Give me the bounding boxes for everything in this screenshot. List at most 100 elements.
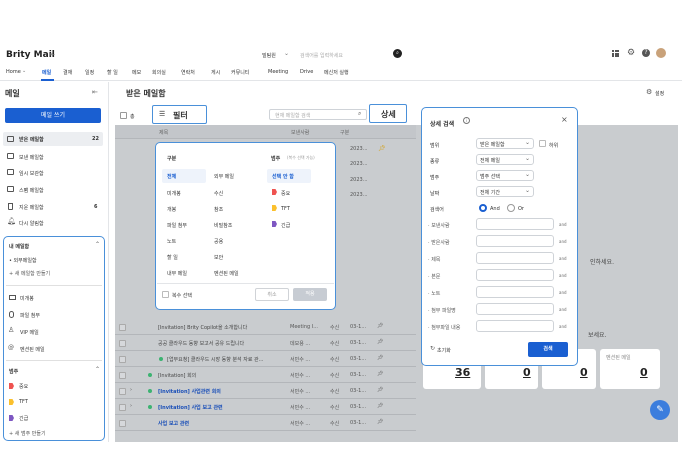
table-row[interactable]: › [Invitation] 사업 보고 관련 서민수 ... 수신 03-1.… <box>115 400 416 415</box>
category-option[interactable]: 긴급 <box>281 222 290 229</box>
filter-option[interactable]: 멘션된 메일 <box>214 270 239 277</box>
from-input[interactable] <box>476 218 554 230</box>
search-input[interactable]: 검색어를 입력하세요 <box>300 52 388 59</box>
category-item[interactable]: 긴급 <box>19 415 28 422</box>
pin-icon[interactable]: 📌︎ <box>377 323 383 329</box>
note-input[interactable] <box>476 286 554 298</box>
row-subject[interactable]: [Invitation] 사업 보고 관련 <box>158 404 223 411</box>
sidebar-item-drafts[interactable] <box>3 166 103 179</box>
filter-mention[interactable]: 멘션된 메일 <box>20 346 45 353</box>
nav-calendar[interactable]: 일정 <box>85 69 94 76</box>
floating-compose-button[interactable]: ✎ <box>650 400 670 420</box>
list-search-input[interactable]: 현재 메일함 검색 ⌕ <box>269 109 367 120</box>
chevron-up-icon[interactable]: ⌃ <box>95 241 100 248</box>
nav-messenger[interactable]: 메신저 실행 <box>324 69 349 76</box>
nav-contacts[interactable]: 연락처 <box>181 69 195 76</box>
category-title[interactable]: 범주 <box>9 368 18 375</box>
help-icon[interactable]: ? <box>642 49 650 57</box>
row-subject[interactable]: [Invitation] 사업관련 회의 <box>158 388 221 395</box>
compose-button[interactable]: 메일 쓰기 <box>5 108 101 123</box>
nav-meeting[interactable]: Meeting <box>268 69 288 75</box>
row-subject[interactable]: 사업 보고 관련 <box>158 420 189 427</box>
subfolder-checkbox[interactable] <box>539 140 546 147</box>
filter-option[interactable]: 노트 <box>167 238 176 245</box>
row-subject[interactable]: [Invitation] Brity Copilot을 소개합니다 <box>158 324 247 331</box>
reset-button[interactable]: 초기화 <box>437 347 451 354</box>
category-item[interactable]: TFT <box>19 399 28 405</box>
nav-board[interactable]: 게시 <box>211 69 220 76</box>
filter-option[interactable]: 내부 메일 <box>167 270 187 277</box>
table-row[interactable]: › [Invitation] 사업관련 회의 서민수 ... 수신 03-1..… <box>115 384 416 399</box>
filter-unread[interactable]: 미개봉 <box>20 295 34 302</box>
pin-icon[interactable]: 📌︎ <box>377 371 383 377</box>
my-mailbox-item[interactable]: • 외부메일함 <box>9 257 37 264</box>
close-icon[interactable]: × <box>561 115 568 124</box>
gear-icon[interactable]: ⚙ <box>646 88 652 96</box>
and-radio[interactable] <box>479 204 487 212</box>
chevron-up-icon[interactable]: ⌃ <box>95 366 100 373</box>
filter-option[interactable]: 공용 <box>214 238 223 245</box>
sidebar-collapse-icon[interactable]: ⇤ <box>92 88 98 96</box>
search-icon[interactable]: ⌕ <box>358 110 361 118</box>
range-select[interactable]: 받은 메일함 <box>476 138 534 149</box>
filter-option[interactable]: 비밀참조 <box>214 222 232 229</box>
nav-todo[interactable]: 할 일 <box>107 69 118 76</box>
type-select[interactable]: 전체 메일 <box>476 154 534 165</box>
row-subject[interactable]: [Invitation] 회의 <box>158 372 196 379</box>
attachment-name-input[interactable] <box>476 303 554 315</box>
filter-option[interactable]: 할 일 <box>167 254 178 261</box>
filter-option[interactable]: 수신 <box>214 190 223 197</box>
filter-option[interactable]: 개봉 <box>167 206 176 213</box>
sidebar-item-sent[interactable] <box>3 150 103 163</box>
my-mailbox-title[interactable]: 내 메일함 <box>9 243 29 250</box>
filter-option[interactable]: 외부 메일 <box>214 173 234 180</box>
pin-icon[interactable]: 📌︎ <box>377 403 383 409</box>
new-category-button[interactable]: + 새 범주 만들기 <box>9 430 46 437</box>
sidebar-item-trash[interactable] <box>3 200 103 213</box>
nav-room[interactable]: 회의실 <box>152 69 166 76</box>
filter-button[interactable]: ☰ 필터 <box>152 105 207 124</box>
filter-option[interactable]: 전체 <box>167 173 176 180</box>
category-option[interactable]: 중요 <box>281 190 290 197</box>
attachment-content-input[interactable] <box>476 320 554 332</box>
refresh-icon[interactable]: ↻ <box>430 345 435 352</box>
body-input[interactable] <box>476 269 554 281</box>
pin-icon[interactable]: 📌︎ <box>378 145 386 152</box>
filter-attachment[interactable]: 파일 첨부 <box>20 312 40 319</box>
table-row[interactable]: 공공 클라우드 동향 보고서 공유 드립니다 데모용 ... 수신 03-1..… <box>115 336 416 351</box>
row-subject[interactable]: 공공 클라우드 동향 보고서 공유 드립니다 <box>158 340 244 347</box>
sidebar-item-spam[interactable] <box>3 183 103 196</box>
search-button[interactable]: ⌕ <box>393 49 402 58</box>
select-all-checkbox[interactable] <box>120 112 127 119</box>
date-select[interactable]: 전체 기간 <box>476 186 534 197</box>
multi-select-checkbox[interactable] <box>162 291 169 298</box>
pin-icon[interactable]: 📌︎ <box>377 419 383 425</box>
table-row[interactable]: [Invitation] 회의 서민수 ... 수신 03-1... 📌︎ <box>115 368 416 383</box>
filter-option[interactable]: 참조 <box>214 206 223 213</box>
row-checkbox[interactable] <box>119 324 126 331</box>
detail-search-submit[interactable]: 검색 <box>528 342 568 357</box>
or-radio[interactable] <box>507 204 515 212</box>
nav-community[interactable]: 커뮤니티 <box>231 69 249 76</box>
row-subject[interactable]: [업무요청] 클라우드 시장 동향 분석 자료 관... <box>167 356 263 363</box>
table-row[interactable]: [Invitation] Brity Copilot을 소개합니다 Meetin… <box>115 320 416 335</box>
filter-vip[interactable]: VIP 메일 <box>20 329 39 336</box>
info-icon[interactable]: i <box>463 117 470 124</box>
subject-input[interactable] <box>476 252 554 264</box>
settings-link[interactable]: 설정 <box>655 90 664 97</box>
filter-option[interactable]: 보안 <box>214 254 223 261</box>
nav-drive[interactable]: Drive <box>300 69 313 75</box>
to-input[interactable] <box>476 235 554 247</box>
avatar[interactable] <box>656 48 666 58</box>
row-checkbox[interactable] <box>119 404 126 411</box>
pin-icon[interactable]: 📌︎ <box>377 339 383 345</box>
category-option[interactable]: 선택 안 함 <box>272 173 294 180</box>
nav-memo[interactable]: 메모 <box>132 69 141 76</box>
row-checkbox[interactable] <box>119 420 126 427</box>
chevron-right-icon[interactable]: › <box>130 403 132 409</box>
filter-cancel-button[interactable]: 취소 <box>255 288 289 301</box>
category-select[interactable]: 범주 선택 <box>476 170 534 181</box>
grid-icon[interactable] <box>612 50 619 57</box>
nav-approval[interactable]: 결재 <box>63 69 72 76</box>
pin-icon[interactable]: 📌︎ <box>377 387 383 393</box>
